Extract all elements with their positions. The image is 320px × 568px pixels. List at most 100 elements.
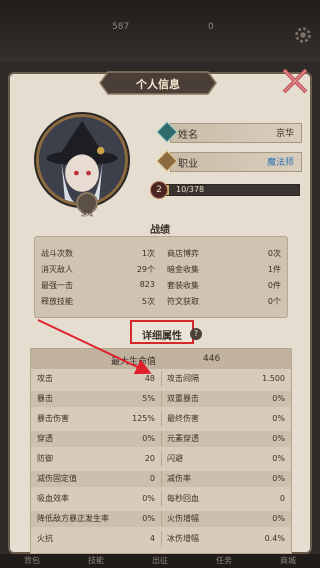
attribute-label: 降低敌方暴正发生率 — [37, 514, 109, 523]
attribute-row: 火抗 4 冰伤增幅 0.4% — [31, 531, 291, 547]
attribute-value: 0 — [279, 494, 285, 503]
attribute-value: 0% — [272, 514, 285, 523]
stat-value: 5次 — [141, 296, 155, 306]
battle-stat-left: 释放技能 5次 — [35, 296, 161, 307]
level-row: 2 10/378 — [150, 181, 300, 199]
battle-stat-row: 最强一击 823 套装收集 0件 — [35, 277, 287, 293]
stat-value: 29个 — [136, 264, 155, 274]
battle-stats-box: 战斗次数 1次 商店博弈 0次 消灭敌人 29个 暗金收集 1件 最强一击 823 套装收集 0件 释放… — [34, 236, 288, 318]
max-hp-value: 446 — [203, 354, 221, 364]
battle-stat-right: 套装收集 0件 — [161, 280, 287, 291]
battle-stat-right: 商店博弈 0次 — [161, 248, 287, 259]
stat-label: 商店博弈 — [167, 248, 199, 258]
nav-item[interactable]: 出征 — [128, 554, 192, 568]
attribute-label: 每秒回血 — [167, 494, 199, 503]
class-diamond-icon — [156, 150, 178, 172]
battle-stat-left: 最强一击 823 — [35, 280, 161, 291]
row-divider — [161, 491, 162, 507]
attribute-label: 火抗 — [37, 534, 53, 543]
nav-item[interactable]: 背包 — [0, 554, 64, 568]
nav-item[interactable]: 任务 — [192, 554, 256, 568]
row-divider — [161, 471, 162, 487]
avatar-badge-label: 游戏 — [80, 211, 93, 218]
name-label: 姓名 — [178, 130, 198, 141]
level-badge: 2 — [150, 181, 168, 199]
attribute-label: 穿透 — [37, 434, 53, 443]
stat-value: 1件 — [267, 264, 281, 274]
attribute-value: 0% — [272, 394, 285, 403]
page-title: 个人信息 — [136, 78, 180, 91]
top-bar: 587 0 — [0, 0, 320, 62]
attribute-label: 减伤率 — [167, 474, 191, 483]
attribute-label: 吸血效率 — [37, 494, 69, 503]
detail-attributes-button[interactable]: 详细属性 — [130, 320, 194, 344]
stat-label: 符文获取 — [167, 296, 199, 306]
settings-gear-icon[interactable] — [292, 24, 314, 46]
attribute-value: 20 — [144, 454, 155, 463]
attribute-value: 125% — [132, 414, 155, 423]
stat-label: 最强一击 — [41, 280, 73, 290]
attribute-value: 0% — [142, 514, 155, 523]
attribute-row: 防御 20 闪避 0% — [31, 451, 291, 467]
battle-stat-left: 消灭敌人 29个 — [35, 264, 161, 275]
attribute-value: 0 — [149, 474, 155, 483]
attribute-value: 0% — [142, 494, 155, 503]
attribute-label: 闪避 — [167, 454, 183, 463]
attribute-value: 48 — [144, 374, 155, 383]
stat-value: 823 — [139, 279, 155, 289]
stat-label: 消灭敌人 — [41, 264, 73, 274]
attribute-label: 冰伤增幅 — [167, 534, 199, 543]
attribute-value: 0% — [272, 414, 285, 423]
battle-stat-right: 符文获取 0个 — [161, 296, 287, 307]
stat-label: 战斗次数 — [41, 248, 73, 258]
row-divider — [161, 391, 162, 407]
attribute-table[interactable]: 最大生命值 446 攻击 48 攻击间隔 1.500 暴击 5% 双重暴击 0% 暴击伤害 125… — [30, 348, 292, 554]
row-divider — [161, 371, 162, 387]
class-label: 职业 — [178, 159, 198, 170]
title-banner: 个人信息 — [98, 66, 218, 100]
attribute-value: 0% — [272, 454, 285, 463]
attribute-value: 0% — [272, 474, 285, 483]
attribute-label: 攻击 — [37, 374, 53, 383]
attribute-row: 暴击伤害 125% 最终伤害 0% — [31, 411, 291, 427]
stat-value: 1次 — [141, 248, 155, 258]
row-divider — [161, 451, 162, 467]
attribute-value: 0% — [142, 434, 155, 443]
attribute-label: 最终伤害 — [167, 414, 199, 423]
nav-item[interactable]: 技能 — [64, 554, 128, 568]
stat-value: 0个 — [267, 296, 281, 306]
name-diamond-icon — [156, 121, 178, 143]
resource-left-count: 587 — [112, 22, 130, 32]
attribute-label: 防御 — [37, 454, 53, 463]
battle-stat-row: 战斗次数 1次 商店博弈 0次 — [35, 245, 287, 261]
attribute-label: 火伤增幅 — [167, 514, 199, 523]
attribute-row: 攻击 48 攻击间隔 1.500 — [31, 371, 291, 387]
battle-stat-row: 消灭敌人 29个 暗金收集 1件 — [35, 261, 287, 277]
attribute-row: 吸血效率 0% 每秒回血 0 — [31, 491, 291, 507]
nav-item[interactable]: 商城 — [256, 554, 320, 568]
row-divider — [161, 531, 162, 547]
attribute-value: 0.4% — [264, 534, 285, 543]
max-hp-label: 最大生命值 — [111, 357, 157, 367]
wizard-portrait-icon — [39, 117, 125, 203]
name-row: 姓名 京华 — [156, 121, 302, 143]
stat-label: 暗金收集 — [167, 264, 199, 274]
attribute-value: 1.500 — [262, 374, 285, 383]
attribute-label: 元素穿透 — [167, 434, 199, 443]
help-icon[interactable]: ? — [190, 328, 202, 340]
stat-value: 0次 — [267, 248, 281, 258]
attribute-value: 5% — [142, 394, 155, 403]
row-divider — [161, 411, 162, 427]
battle-stat-row: 释放技能 5次 符文获取 0个 — [35, 293, 287, 309]
stat-value: 0件 — [267, 280, 281, 290]
battle-stat-left: 战斗次数 1次 — [35, 248, 161, 259]
battle-section-title: 战绩 — [150, 225, 170, 236]
attribute-label: 暴击伤害 — [37, 414, 69, 423]
attribute-label: 攻击间隔 — [167, 374, 199, 383]
attribute-label: 减伤固定值 — [37, 474, 77, 483]
attribute-row: 减伤固定值 0 减伤率 0% — [31, 471, 291, 487]
detail-attributes-label: 详细属性 — [142, 331, 182, 342]
stat-label: 释放技能 — [41, 296, 73, 306]
close-icon[interactable] — [278, 64, 312, 98]
attribute-label: 暴击 — [37, 394, 53, 403]
